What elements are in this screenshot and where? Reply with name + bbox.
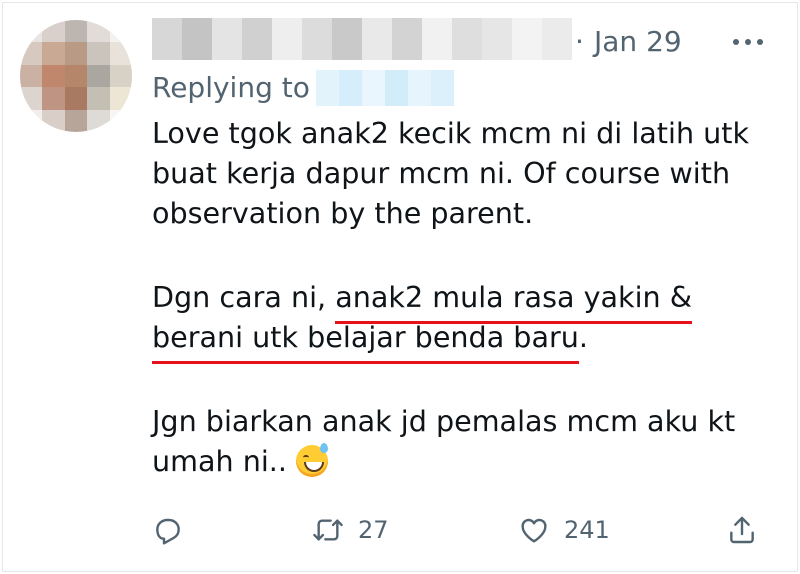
body-text: umah ni.. <box>152 444 297 478</box>
heart-icon <box>521 518 547 543</box>
reply-handle-blurred[interactable] <box>316 70 454 106</box>
retweet-icon <box>313 519 343 541</box>
body-line: observation by the parent. <box>152 196 534 230</box>
tweet-date[interactable]: Jan 29 <box>594 22 682 62</box>
reply-icon <box>156 518 180 545</box>
like-button[interactable]: 241 <box>518 508 610 552</box>
body-text: . <box>578 320 588 354</box>
grinning-face-with-sweat-icon <box>296 443 329 477</box>
share-button[interactable] <box>726 508 758 552</box>
tweet-body: Love tgok anak2 kecik mcm ni di latih ut… <box>152 113 762 481</box>
replying-to-label: Replying to <box>152 71 310 104</box>
body-line: buat kerja dapur mcm ni. Of course with <box>152 156 731 190</box>
body-line: umah ni.. <box>152 441 762 481</box>
share-icon <box>730 516 754 544</box>
retweet-count: 27 <box>358 516 389 544</box>
author-name-blurred[interactable] <box>152 18 572 60</box>
body-line: Jgn biarkan anak jd pemalas mcm aku kt <box>152 404 736 438</box>
body-text: Dgn cara ni, <box>152 280 336 314</box>
more-options-icon[interactable] <box>728 26 768 58</box>
body-line: Dgn cara ni, anak2 mula rasa yakin & <box>152 277 762 317</box>
like-count: 241 <box>564 516 610 544</box>
date-separator: · <box>575 25 584 58</box>
avatar[interactable] <box>20 20 132 132</box>
action-bar: 27 241 <box>152 508 772 552</box>
underlined-text: berani utk belajar benda baru <box>152 320 579 354</box>
body-line: Love tgok anak2 kecik mcm ni di latih ut… <box>152 116 750 150</box>
reply-button[interactable] <box>152 508 184 552</box>
retweet-button[interactable]: 27 <box>312 508 389 552</box>
underlined-text: anak2 mula rasa yakin & <box>335 280 693 314</box>
